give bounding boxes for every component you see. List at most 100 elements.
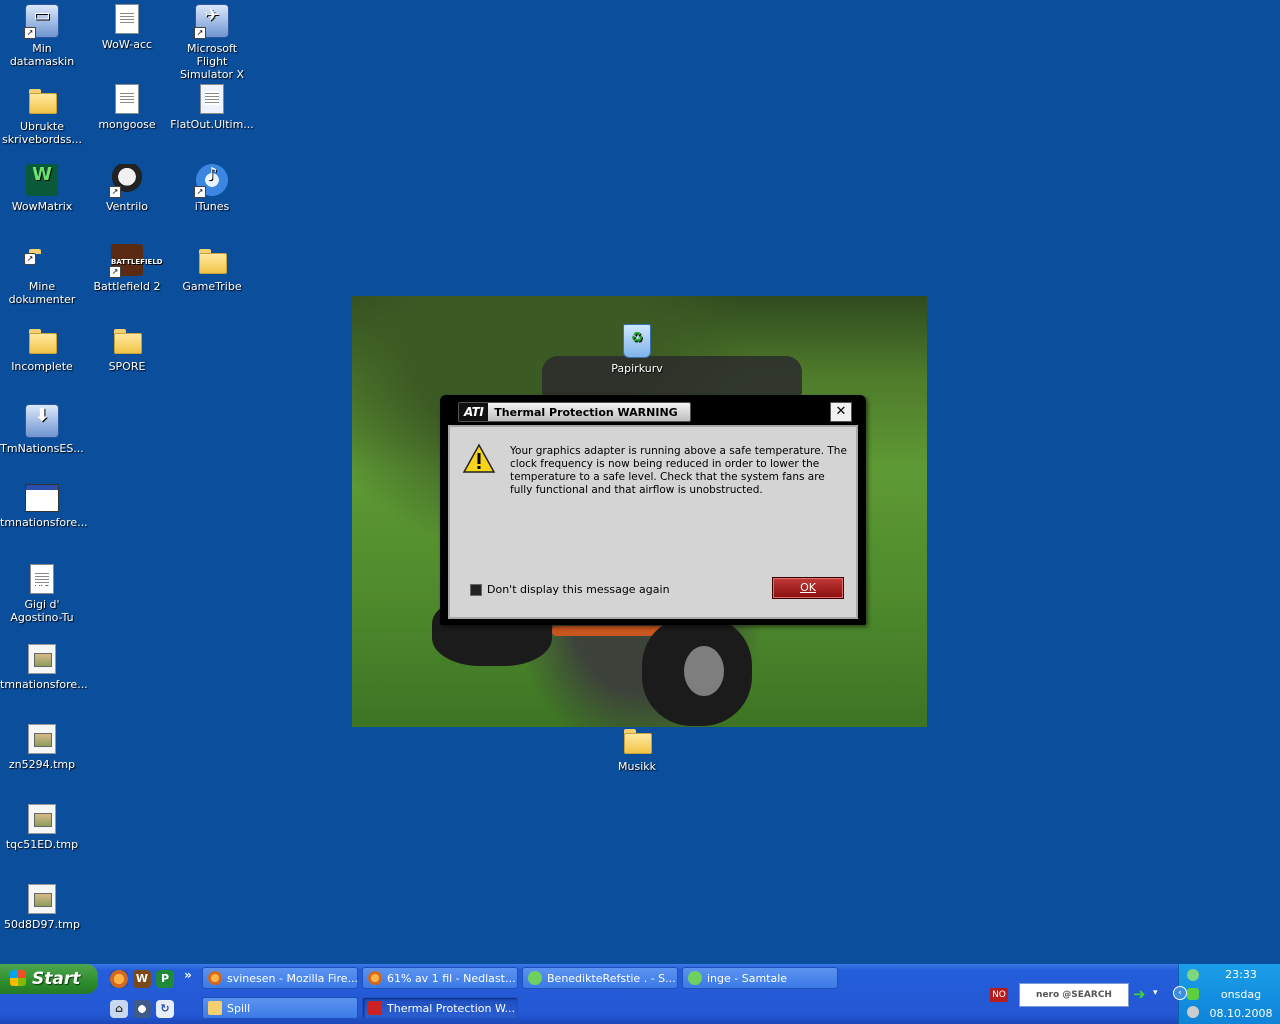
dont-display-checkbox[interactable]: Don't display this message again — [470, 583, 670, 596]
icon-label: TmNationsES... — [0, 442, 84, 455]
desktop-icon-ubrukte[interactable]: Ubrukte skrivebordss... — [0, 84, 84, 146]
icon-label: mongoose — [98, 118, 156, 131]
folder-icon — [26, 84, 58, 116]
computer-icon: ▭ — [24, 4, 59, 39]
desktop-icon-itunes[interactable]: ♪ iTunes — [170, 164, 254, 213]
checkbox-box[interactable] — [470, 583, 482, 596]
task-label: Spill — [227, 1002, 251, 1015]
desktop-icon-incomplete[interactable]: Incomplete — [0, 324, 84, 373]
installer-icon: ⬇ — [25, 404, 59, 438]
icon-label: Mine dokumenter — [8, 280, 76, 306]
messenger-status-icon[interactable] — [1187, 969, 1199, 981]
task-label: 61% av 1 fil - Nedlast... — [387, 972, 516, 985]
language-indicator[interactable]: NO — [990, 988, 1008, 1002]
desktop-icon-tmnationsfore-1[interactable]: tmnationsfore... — [0, 484, 88, 529]
task-button-messenger-1[interactable]: BenedikteRefstie . - S... — [522, 967, 678, 989]
start-button[interactable]: Start — [0, 964, 98, 994]
desktop-icon-flatout[interactable]: FlatOut.Ultim... — [170, 84, 254, 131]
desktop-icon-my-computer[interactable]: ▭ Min datamaskin — [0, 4, 84, 68]
thermal-warning-dialog: ATI Thermal Protection WARNING ✕ Your gr… — [440, 395, 866, 625]
mp3-icon: MP3 — [30, 564, 54, 594]
nero-search-box[interactable]: nero @SEARCH — [1019, 983, 1129, 1007]
desktop-icon-tmnationses[interactable]: ⬇ TmNationsES... — [0, 404, 84, 455]
folder-icon — [111, 324, 143, 356]
task-label: BenedikteRefstie . - S... — [547, 972, 676, 985]
icon-label: Ventrilo — [105, 200, 149, 213]
firefox-icon — [208, 971, 222, 985]
task-button-firefox[interactable]: svinesen - Mozilla Fire... — [202, 967, 358, 989]
desktop-icon-tmnationsfore-2[interactable]: tmnationsfore... — [0, 644, 88, 691]
ati-icon — [368, 1001, 382, 1015]
recycle-bin-icon: ♻ — [623, 324, 651, 358]
tmp-file-icon — [28, 724, 56, 754]
chevron-down-icon[interactable]: ▾ — [1153, 988, 1158, 998]
icon-label: tqc51ED.tmp — [5, 838, 79, 851]
task-label: Thermal Protection W... — [387, 1002, 516, 1015]
arrow-right-icon[interactable]: ➜ — [1133, 986, 1149, 1002]
media-icon[interactable] — [133, 1000, 151, 1018]
desktop-icon-wowmatrix[interactable]: W WowMatrix — [0, 164, 84, 213]
refresh-icon[interactable]: ↻ — [156, 1000, 174, 1018]
firefox-icon[interactable] — [110, 970, 128, 988]
taskbar: Start W P » ⌂ ↻ svinesen - Mozilla Fire.… — [0, 964, 1280, 1024]
desktop-icon-mine-dokumenter[interactable]: Mine dokumenter — [0, 244, 84, 306]
ok-button[interactable]: OK — [772, 577, 844, 599]
icon-label: WowMatrix — [11, 200, 73, 213]
desktop-icon-mongoose[interactable]: mongoose — [85, 84, 169, 131]
folder-icon — [196, 244, 228, 276]
speaker-icon[interactable] — [1187, 1006, 1199, 1018]
icon-label: iTunes — [194, 200, 230, 213]
desktop-icon-flight-sim[interactable]: ✈ Microsoft Flight Simulator X — [170, 4, 254, 81]
icon-label: FlatOut.Ultim... — [170, 118, 254, 131]
desktop-icon-zn5294[interactable]: zn5294.tmp — [0, 724, 84, 771]
document-icon — [115, 84, 139, 114]
desktop-icon-50d8d97[interactable]: 50d8D97.tmp — [0, 884, 84, 931]
document-icon — [115, 4, 139, 34]
itunes-icon: ♪ — [194, 164, 228, 198]
desktop-icon-spore[interactable]: SPORE — [85, 324, 169, 373]
folder-icon — [208, 1001, 222, 1015]
desktop-icon-musikk[interactable]: Musikk — [595, 724, 679, 773]
tmp-file-icon — [28, 884, 56, 914]
task-button-download[interactable]: 61% av 1 fil - Nedlast... — [362, 967, 518, 989]
clock-time[interactable]: 23:33 — [1201, 968, 1280, 981]
desktop-icon-tqc51ed[interactable]: tqc51ED.tmp — [0, 804, 84, 851]
close-button[interactable]: ✕ — [830, 402, 852, 422]
task-button-messenger-2[interactable]: inge - Samtale — [682, 967, 838, 989]
headset-icon — [109, 164, 143, 198]
quicklaunch-more-icon[interactable]: » — [183, 966, 193, 984]
warning-icon — [462, 443, 496, 473]
app-icon[interactable]: P — [156, 970, 174, 988]
desktop-icon-wow-acc[interactable]: WoW-acc — [85, 4, 169, 51]
icon-label: Battlefield 2 — [93, 280, 161, 293]
desktop-icon-ventrilo[interactable]: Ventrilo — [85, 164, 169, 213]
windows-flag-icon — [10, 970, 26, 986]
checkbox-label: Don't display this message again — [487, 583, 670, 596]
dialog-title-bar: ATI Thermal Protection WARNING — [458, 402, 691, 422]
ati-logo: ATI — [459, 403, 489, 421]
tray-expand-icon[interactable]: ‹ — [1173, 986, 1187, 1000]
desktop-icon-gametribe[interactable]: GameTribe — [170, 244, 254, 293]
icon-label: Microsoft Flight Simulator X — [179, 42, 245, 81]
wow-icon[interactable]: W — [133, 970, 151, 988]
desktop-icon-papirkurv[interactable]: ♻ Papirkurv — [595, 324, 679, 375]
messenger-icon — [688, 971, 702, 985]
desktop-icon-battlefield[interactable]: BATTLEFIELD Battlefield 2 — [85, 244, 169, 293]
clock-date: 08.10.2008 — [1209, 1007, 1273, 1020]
icon-label: Ubrukte skrivebordss... — [2, 120, 82, 146]
folder-icon — [26, 324, 58, 356]
check-icon[interactable] — [1187, 988, 1199, 1000]
wowmatrix-icon: W — [26, 164, 58, 196]
image-file-icon — [28, 644, 56, 674]
icon-label: tmnationsfore... — [0, 516, 88, 529]
icon-label: Gigi d' Agostino-Tu — [10, 598, 74, 624]
icon-label: Musikk — [618, 760, 656, 773]
battlefield-icon: BATTLEFIELD — [109, 244, 163, 278]
home-icon[interactable]: ⌂ — [110, 1000, 128, 1018]
desktop-icon-gigi[interactable]: MP3 Gigi d' Agostino-Tu — [0, 564, 84, 624]
task-button-spill[interactable]: Spill — [202, 997, 358, 1019]
task-button-thermal-warning[interactable]: Thermal Protection W... — [362, 997, 518, 1019]
file-icon — [200, 84, 224, 114]
messenger-icon — [528, 971, 542, 985]
dialog-title: Thermal Protection WARNING — [494, 405, 678, 419]
